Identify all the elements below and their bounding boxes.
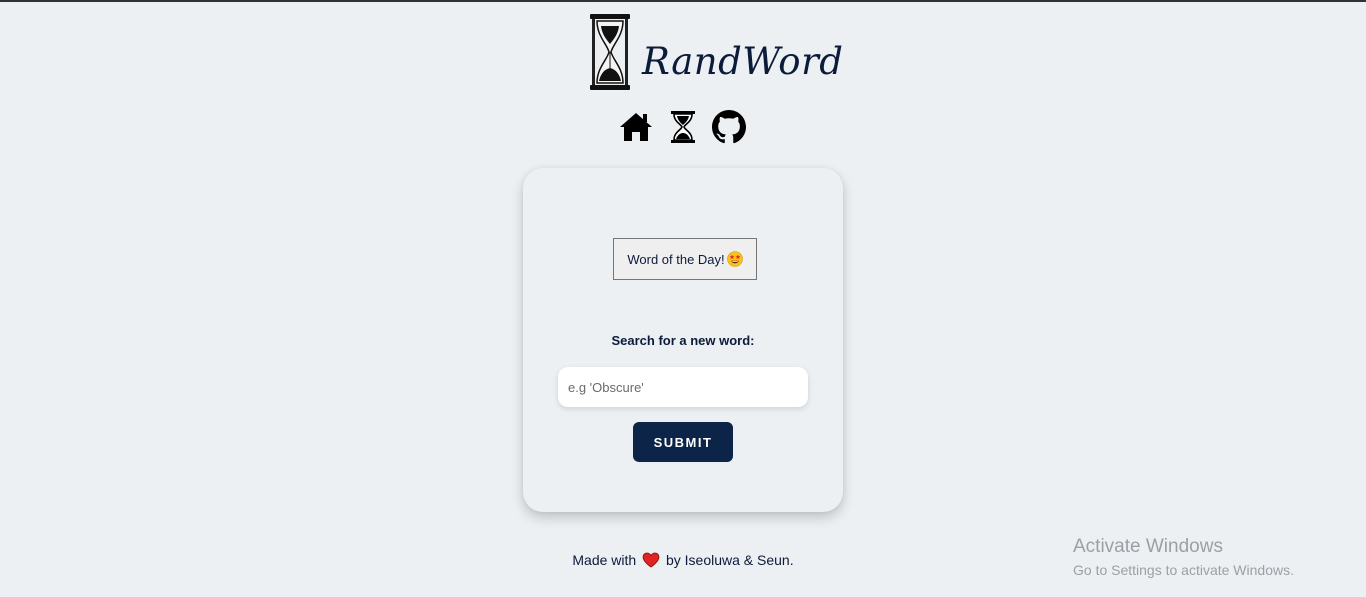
home-icon[interactable]	[619, 110, 653, 144]
submit-button[interactable]: SUBMIT	[633, 422, 733, 462]
heart-icon	[642, 552, 660, 568]
footer-suffix: by Iseoluwa & Seun.	[665, 552, 794, 568]
site-logo-text: RandWord	[642, 40, 844, 83]
star-struck-emoji-icon	[726, 251, 743, 267]
hourglass-logo-icon	[590, 14, 630, 90]
window-top-border	[0, 0, 1366, 2]
footer-prefix: Made with	[572, 552, 637, 568]
search-input[interactable]	[558, 367, 808, 407]
nav-bar	[616, 110, 750, 146]
search-label: Search for a new word:	[611, 333, 755, 348]
word-of-the-day-label: Word of the Day!	[627, 251, 725, 267]
word-of-the-day-button[interactable]: Word of the Day!	[613, 238, 757, 280]
site-header: RandWord	[0, 12, 1366, 92]
github-icon[interactable]	[712, 110, 746, 144]
activate-windows-watermark: Activate Windows Go to Settings to activ…	[1073, 536, 1294, 580]
search-card: Word of the Day! Search for a new word: …	[523, 168, 843, 512]
watermark-subtitle: Go to Settings to activate Windows.	[1073, 562, 1294, 578]
watermark-title: Activate Windows	[1073, 536, 1223, 557]
hourglass-icon[interactable]	[670, 110, 696, 144]
